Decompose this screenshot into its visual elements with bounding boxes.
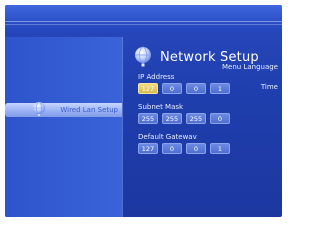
top-bar-line [5, 24, 282, 25]
sidebar [5, 37, 122, 217]
gateway-octet-4-field[interactable]: 1 [210, 143, 230, 154]
top-bar-line [5, 21, 282, 22]
mask-octet-1-field[interactable]: 255 [138, 113, 158, 124]
mask-octet-3-field[interactable]: 255 [186, 113, 206, 124]
gateway-octet-2-field[interactable]: 0 [162, 143, 182, 154]
top-bar [5, 5, 282, 35]
sidebar-item-wired-lan-setup[interactable]: Wired Lan Setup [5, 103, 122, 117]
gateway-octet-3-field[interactable]: 0 [186, 143, 206, 154]
tv-screen: Menu Language Time Wired Lan Setup Netwo… [5, 5, 282, 217]
sidebar-divider [122, 37, 123, 217]
ip-octet-4-field[interactable]: 1 [210, 83, 230, 94]
globe-icon [33, 101, 45, 116]
ip-octet-2-field[interactable]: 0 [162, 83, 182, 94]
page-title: Network Setup [160, 50, 259, 65]
mask-octet-2-field[interactable]: 255 [162, 113, 182, 124]
ip-address-label: IP Address [138, 73, 175, 81]
ip-octet-3-field[interactable]: 0 [186, 83, 206, 94]
gateway-octet-1-field[interactable]: 127 [138, 143, 158, 154]
ip-octet-1-field[interactable]: 127 [138, 83, 158, 94]
default-gateway-label: Default Gatewav [138, 133, 197, 141]
subnet-mask-label: Subnet Mask [138, 103, 184, 111]
globe-icon [135, 46, 151, 67]
mask-octet-4-field[interactable]: 0 [210, 113, 230, 124]
